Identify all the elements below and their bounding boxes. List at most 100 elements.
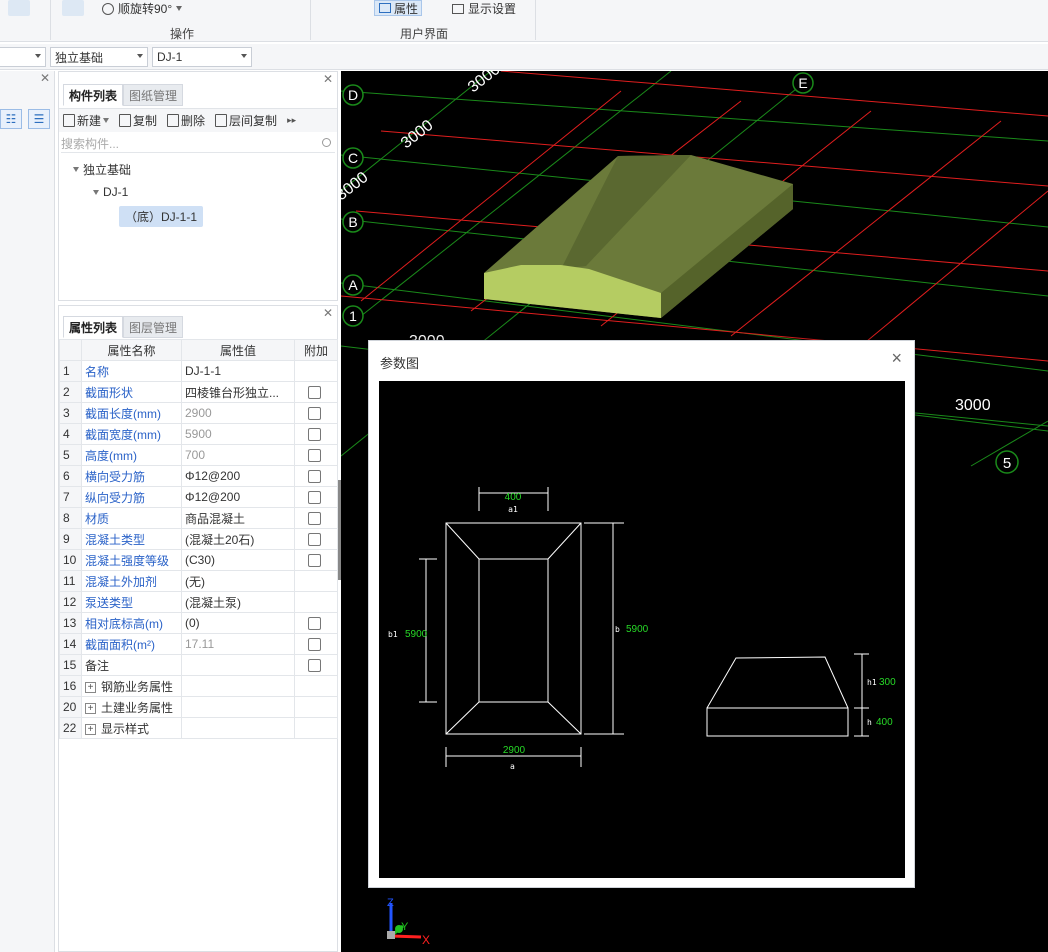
property-value[interactable]: 2900 bbox=[181, 402, 295, 424]
property-value[interactable]: (C30) bbox=[181, 549, 295, 571]
property-value[interactable]: Φ12@200 bbox=[181, 486, 295, 508]
rotate-cw-button[interactable]: 顺旋转90° bbox=[102, 0, 183, 17]
table-row[interactable]: 7 纵向受力筋 Φ12@200 bbox=[59, 486, 338, 508]
close-icon[interactable]: ✕ bbox=[323, 306, 333, 320]
delete-label: 删除 bbox=[181, 114, 206, 128]
property-value[interactable] bbox=[181, 654, 295, 676]
close-button[interactable]: × bbox=[891, 348, 902, 369]
tab-drawing-management[interactable]: 图纸管理 bbox=[123, 84, 184, 106]
delete-button[interactable]: 删除 bbox=[167, 112, 205, 129]
property-value[interactable]: DJ-1-1 bbox=[181, 360, 295, 382]
new-button[interactable]: 新建 bbox=[63, 112, 110, 129]
extra-checkbox[interactable] bbox=[308, 470, 321, 484]
table-row[interactable]: 8 材质 商品混凝土 bbox=[59, 507, 338, 529]
list-view-button[interactable]: ☷ bbox=[0, 109, 22, 129]
table-row[interactable]: 6 横向受力筋 Φ12@200 bbox=[59, 465, 338, 487]
tab-layer-management[interactable]: 图层管理 bbox=[123, 316, 184, 338]
component-type-value: 独立基础 bbox=[55, 50, 104, 65]
property-value[interactable]: 商品混凝土 bbox=[181, 507, 295, 529]
property-value[interactable]: 17.11 bbox=[181, 633, 295, 655]
group-row[interactable]: 22 + 显示样式 bbox=[59, 717, 338, 739]
extra-checkbox[interactable] bbox=[308, 449, 321, 463]
copy-between-floors-button[interactable]: 层间复制 bbox=[215, 112, 277, 129]
more-icon[interactable]: ▸▸ bbox=[287, 115, 296, 126]
property-value[interactable]: (混凝土泵) bbox=[181, 591, 295, 613]
copy-between-floors-label: 层间复制 bbox=[229, 114, 278, 128]
close-icon[interactable]: ✕ bbox=[323, 72, 333, 86]
tree-root-label: 独立基础 bbox=[83, 163, 132, 177]
detail-view-button[interactable]: ☰ bbox=[28, 109, 50, 129]
tree-node-root[interactable]: 独立基础 bbox=[73, 161, 131, 178]
table-row[interactable]: 15 备注 bbox=[59, 654, 338, 676]
group-row[interactable]: 20 + 土建业务属性 bbox=[59, 696, 338, 718]
chevron-down-icon bbox=[176, 6, 183, 11]
copy-floor-icon bbox=[215, 114, 228, 127]
floor-select[interactable] bbox=[0, 47, 46, 67]
table-row[interactable]: 11 混凝土外加剂 (无) bbox=[59, 570, 338, 592]
copy-button[interactable]: 复制 bbox=[119, 112, 157, 129]
table-row[interactable]: 14 截面面积(m²) 17.11 bbox=[59, 633, 338, 655]
group-row[interactable]: 16 + 钢筋业务属性 bbox=[59, 675, 338, 697]
table-row[interactable]: 1 名称 DJ-1-1 bbox=[59, 360, 338, 382]
svg-text:Z: Z bbox=[387, 897, 394, 909]
h-name-label: h bbox=[867, 718, 872, 727]
property-value[interactable]: Φ12@200 bbox=[181, 465, 295, 487]
property-value[interactable]: (混凝土20石) bbox=[181, 528, 295, 550]
display-settings-button[interactable]: 显示设置 bbox=[452, 0, 516, 17]
chevron-down-icon bbox=[137, 54, 143, 58]
table-row[interactable]: 12 泵送类型 (混凝土泵) bbox=[59, 591, 338, 613]
ribbon: 顺旋转90° 操作 属性 显示设置 用户界面 bbox=[0, 0, 1048, 42]
axis-bubble-c: C bbox=[342, 147, 364, 169]
property-value[interactable]: (无) bbox=[181, 570, 295, 592]
row-number: 16 bbox=[59, 675, 82, 697]
component-type-select[interactable]: 独立基础 bbox=[50, 47, 148, 67]
expand-icon[interactable]: + bbox=[85, 681, 96, 693]
tab-component-list[interactable]: 构件列表 bbox=[63, 84, 124, 106]
component-name-select[interactable]: DJ-1 bbox=[152, 47, 252, 67]
b-value-label: 5900 bbox=[626, 624, 649, 635]
extra-checkbox[interactable] bbox=[308, 491, 321, 505]
table-row[interactable]: 10 混凝土强度等级 (C30) bbox=[59, 549, 338, 571]
property-toggle-button[interactable]: 属性 bbox=[374, 0, 422, 16]
extra-checkbox[interactable] bbox=[308, 638, 321, 652]
tree-child-label: DJ-1 bbox=[103, 185, 129, 199]
property-value[interactable]: 700 bbox=[181, 444, 295, 466]
spacing-label: 3000 bbox=[341, 169, 372, 204]
search-icon[interactable] bbox=[322, 138, 331, 147]
dialog-title: 参数图 bbox=[380, 356, 420, 371]
extra-checkbox[interactable] bbox=[308, 386, 321, 400]
extra-checkbox[interactable] bbox=[308, 554, 321, 568]
a-value-label: 2900 bbox=[503, 745, 526, 756]
copy-icon bbox=[119, 114, 132, 127]
extra-checkbox[interactable] bbox=[308, 428, 321, 442]
extra-checkbox[interactable] bbox=[308, 512, 321, 526]
table-row[interactable]: 9 混凝土类型 (混凝土20石) bbox=[59, 528, 338, 550]
row-number: 13 bbox=[59, 612, 82, 634]
extra-checkbox[interactable] bbox=[308, 407, 321, 421]
table-row[interactable]: 13 相对底标高(m) (0) bbox=[59, 612, 338, 634]
tab-property-list[interactable]: 属性列表 bbox=[63, 316, 124, 338]
ribbon-button-partial[interactable] bbox=[8, 0, 30, 16]
property-name: 截面形状 bbox=[81, 381, 182, 403]
svg-text:1: 1 bbox=[349, 308, 357, 324]
property-value[interactable]: 四棱锥台形独立... bbox=[181, 381, 295, 403]
tree-node-leaf[interactable]: （底）DJ-1-1 bbox=[119, 206, 204, 227]
tree-node-child[interactable]: DJ-1 bbox=[93, 185, 128, 199]
expand-icon[interactable]: + bbox=[85, 702, 96, 714]
extra-checkbox[interactable] bbox=[308, 533, 321, 547]
table-row[interactable]: 2 截面形状 四棱锥台形独立... bbox=[59, 381, 338, 403]
table-row[interactable]: 5 高度(mm) 700 bbox=[59, 444, 338, 466]
rotate-label: 顺旋转90° bbox=[118, 2, 173, 16]
svg-text:5: 5 bbox=[1003, 455, 1011, 472]
search-input[interactable]: 搜索构件... bbox=[61, 135, 335, 153]
property-value[interactable]: 5900 bbox=[181, 423, 295, 445]
table-row[interactable]: 3 截面长度(mm) 2900 bbox=[59, 402, 338, 424]
close-icon[interactable]: ✕ bbox=[40, 71, 50, 85]
extra-checkbox[interactable] bbox=[308, 659, 321, 673]
ribbon-button-partial-2[interactable] bbox=[62, 0, 84, 16]
property-value[interactable]: (0) bbox=[181, 612, 295, 634]
extra-checkbox[interactable] bbox=[308, 617, 321, 631]
expand-icon[interactable]: + bbox=[85, 723, 96, 735]
component-toolbar: 新建 复制 删除 层间复制 ▸▸ bbox=[59, 108, 337, 132]
table-row[interactable]: 4 截面宽度(mm) 5900 bbox=[59, 423, 338, 445]
